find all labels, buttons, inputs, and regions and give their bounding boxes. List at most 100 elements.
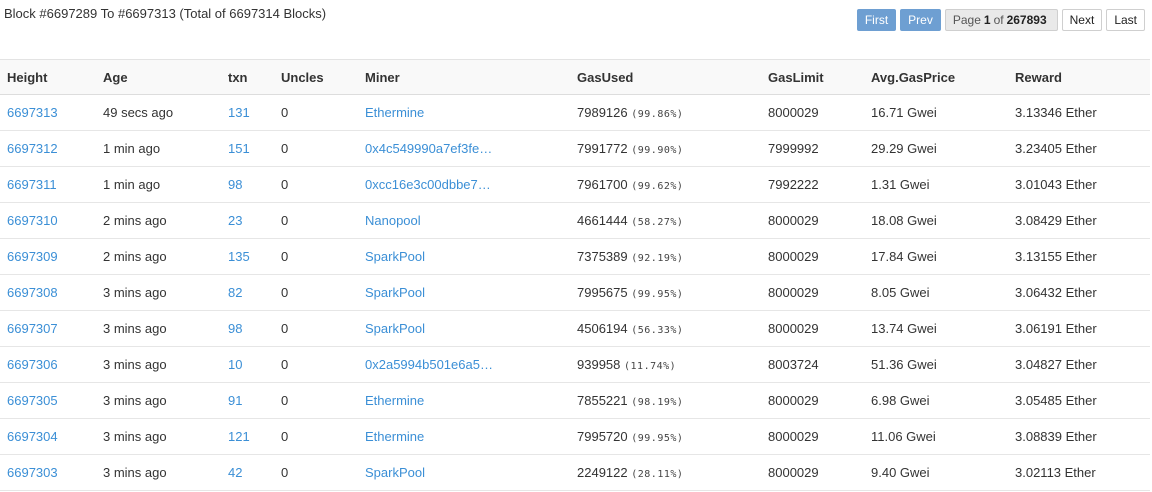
- cell-gas-limit: 8000029: [761, 382, 864, 419]
- txn-count-link[interactable]: 91: [228, 393, 242, 408]
- cell-reward: 3.05485 Ether: [1008, 382, 1150, 419]
- cell-uncles: 0: [274, 130, 358, 167]
- cell-gas-used: 7375389 (92.19%): [570, 238, 761, 275]
- cell-avg-gas-price: 11.06 Gwei: [864, 418, 1008, 455]
- total-pages: 267893: [1006, 13, 1047, 27]
- prev-page-button[interactable]: Prev: [900, 9, 941, 31]
- gas-used-percent: (99.90%): [631, 145, 684, 156]
- table-row: 6697313 49 secs ago 131 0 Ethermine 7989126 (…: [0, 94, 1150, 131]
- miner-link[interactable]: SparkPool: [365, 321, 425, 336]
- cell-miner: SparkPool: [358, 454, 570, 491]
- table-row: 6697305 3 mins ago 91 0 Ethermine 7855221 (98…: [0, 382, 1150, 419]
- gas-used-value: 7995675: [577, 285, 628, 300]
- block-height-link[interactable]: 6697308: [7, 285, 58, 300]
- cell-miner: 0x2a5994b501e6a5…: [358, 346, 570, 383]
- cell-avg-gas-price: 29.29 Gwei: [864, 130, 1008, 167]
- block-height-link[interactable]: 6697307: [7, 321, 58, 336]
- txn-count-link[interactable]: 42: [228, 465, 242, 480]
- block-height-link[interactable]: 6697311: [7, 177, 57, 192]
- cell-miner: SparkPool: [358, 274, 570, 311]
- table-row: 6697303 3 mins ago 42 0 SparkPool 2249122 (28…: [0, 454, 1150, 491]
- txn-count-link[interactable]: 23: [228, 213, 242, 228]
- miner-link[interactable]: SparkPool: [365, 249, 425, 264]
- cell-gas-limit: 8000029: [761, 418, 864, 455]
- cell-txn: 98: [221, 310, 274, 347]
- first-page-button[interactable]: First: [856, 9, 897, 31]
- txn-count-link[interactable]: 82: [228, 285, 242, 300]
- cell-gas-limit: 7999992: [761, 130, 864, 167]
- cell-gas-limit: 8003724: [761, 346, 864, 383]
- miner-link[interactable]: 0xcc16e3c00dbbe7…: [365, 177, 491, 192]
- cell-gas-used: 7995675 (99.95%): [570, 274, 761, 311]
- block-height-link[interactable]: 6697309: [7, 249, 58, 264]
- miner-link[interactable]: 0x2a5994b501e6a5…: [365, 357, 493, 372]
- table-row: 6697312 1 min ago 151 0 0x4c549990a7ef3fe… 79…: [0, 130, 1150, 167]
- txn-count-link[interactable]: 10: [228, 357, 242, 372]
- miner-link[interactable]: Nanopool: [365, 213, 421, 228]
- cell-txn: 42: [221, 454, 274, 491]
- txn-count-link[interactable]: 135: [228, 249, 250, 264]
- column-header-reward: Reward: [1008, 59, 1150, 95]
- column-header-txn: txn: [221, 59, 274, 95]
- cell-reward: 3.08839 Ether: [1008, 418, 1150, 455]
- cell-gas-limit: 7992222: [761, 166, 864, 203]
- cell-height: 6697305: [0, 382, 96, 419]
- gas-used-percent: (99.86%): [631, 109, 684, 120]
- txn-count-link[interactable]: 131: [228, 105, 250, 120]
- of-word: of: [993, 13, 1004, 27]
- block-height-link[interactable]: 6697303: [7, 465, 58, 480]
- gas-used-value: 4661444: [577, 213, 628, 228]
- miner-link[interactable]: Ethermine: [365, 105, 424, 120]
- miner-link[interactable]: 0x4c549990a7ef3fe…: [365, 141, 492, 156]
- cell-reward: 3.06432 Ether: [1008, 274, 1150, 311]
- gas-used-percent: (98.19%): [631, 397, 684, 408]
- cell-uncles: 0: [274, 382, 358, 419]
- cell-gas-used: 7855221 (98.19%): [570, 382, 761, 419]
- cell-gas-used: 4506194 (56.33%): [570, 310, 761, 347]
- cell-height: 6697303: [0, 454, 96, 491]
- block-height-link[interactable]: 6697305: [7, 393, 58, 408]
- cell-age: 1 min ago: [96, 130, 221, 167]
- miner-link[interactable]: SparkPool: [365, 465, 425, 480]
- block-height-link[interactable]: 6697313: [7, 105, 58, 120]
- cell-miner: SparkPool: [358, 310, 570, 347]
- txn-count-link[interactable]: 121: [228, 429, 250, 444]
- cell-avg-gas-price: 9.40 Gwei: [864, 454, 1008, 491]
- miner-link[interactable]: SparkPool: [365, 285, 425, 300]
- column-header-miner: Miner: [358, 59, 570, 95]
- cell-gas-limit: 8000029: [761, 310, 864, 347]
- txn-count-link[interactable]: 98: [228, 177, 242, 192]
- gas-used-percent: (28.11%): [631, 469, 684, 480]
- block-height-link[interactable]: 6697310: [7, 213, 58, 228]
- cell-avg-gas-price: 1.31 Gwei: [864, 166, 1008, 203]
- cell-gas-limit: 8000029: [761, 202, 864, 239]
- cell-height: 6697304: [0, 418, 96, 455]
- cell-gas-used: 4661444 (58.27%): [570, 202, 761, 239]
- next-page-button[interactable]: Next: [1061, 9, 1103, 31]
- txn-count-link[interactable]: 151: [228, 141, 250, 156]
- cell-reward: 3.13155 Ether: [1008, 238, 1150, 275]
- cell-gas-used: 2249122 (28.11%): [570, 454, 761, 491]
- cell-txn: 121: [221, 418, 274, 455]
- pagination: First Prev Page 1 of 267893 Next Last: [853, 9, 1145, 31]
- cell-height: 6697311: [0, 166, 96, 203]
- cell-uncles: 0: [274, 346, 358, 383]
- column-header-age: Age: [96, 59, 221, 95]
- cell-height: 6697310: [0, 202, 96, 239]
- txn-count-link[interactable]: 98: [228, 321, 242, 336]
- block-height-link[interactable]: 6697306: [7, 357, 58, 372]
- cell-gas-used: 7995720 (99.95%): [570, 418, 761, 455]
- blocks-summary: Block #6697289 To #6697313 (Total of 669…: [4, 6, 327, 21]
- cell-avg-gas-price: 51.36 Gwei: [864, 346, 1008, 383]
- page-word: Page: [952, 13, 981, 27]
- gas-used-value: 7961700: [577, 177, 628, 192]
- last-page-button[interactable]: Last: [1106, 9, 1145, 31]
- block-height-link[interactable]: 6697312: [7, 141, 58, 156]
- gas-used-value: 4506194: [577, 321, 628, 336]
- block-height-link[interactable]: 6697304: [7, 429, 58, 444]
- cell-age: 3 mins ago: [96, 454, 221, 491]
- cell-reward: 3.01043 Ether: [1008, 166, 1150, 203]
- miner-link[interactable]: Ethermine: [365, 393, 424, 408]
- cell-uncles: 0: [274, 454, 358, 491]
- miner-link[interactable]: Ethermine: [365, 429, 424, 444]
